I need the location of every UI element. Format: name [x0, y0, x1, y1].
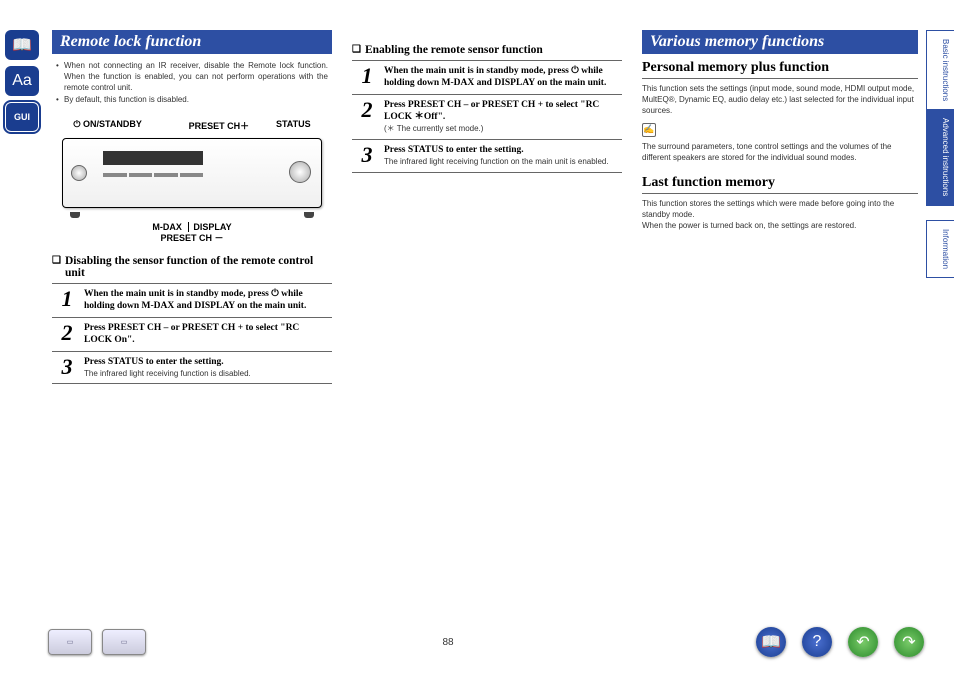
- step-2-note: (＊ The currently set mode.): [384, 124, 483, 133]
- step-1-text: When the main unit is in standby mode, p…: [384, 66, 606, 88]
- para-last-function: This function stores the settings which …: [642, 198, 918, 220]
- step-1: 1 When the main unit is in standby mode,…: [352, 60, 622, 94]
- column-3: Various memory functions Personal memory…: [642, 30, 918, 625]
- left-tab-bar: 📖 Aa GUI: [0, 0, 44, 675]
- subhead-disabling: ❏ Disabling the sensor function of the r…: [52, 255, 332, 279]
- nav-help-button[interactable]: ?: [802, 627, 832, 657]
- square-bullet-icon: ❏: [352, 44, 361, 56]
- column-2: ❏ Enabling the remote sensor function 1 …: [352, 30, 622, 625]
- label-on-standby: ⏻ ON/STANDBY: [73, 119, 141, 132]
- step-3-text: Press STATUS to enter the setting.: [384, 145, 524, 155]
- step-2: 2 Press PRESET CH – or PRESET CH + to se…: [52, 317, 332, 351]
- heading-personal-memory: Personal memory plus function: [642, 60, 918, 79]
- para-personal-memory: This function sets the settings (input m…: [642, 83, 918, 117]
- gui-icon[interactable]: GUI: [5, 102, 39, 132]
- step-number: 1: [356, 65, 378, 90]
- column-1: Remote lock function When not connecting…: [52, 30, 332, 625]
- label-status: STATUS: [276, 119, 311, 132]
- step-number: 3: [56, 356, 78, 380]
- para-personal-memory-2: The surround parameters, tone control se…: [642, 141, 918, 163]
- step-number: 1: [56, 288, 78, 313]
- nav-back-button[interactable]: ↶: [848, 627, 878, 657]
- steps-disable: 1 When the main unit is in standby mode,…: [52, 283, 332, 384]
- tab-basic[interactable]: Basic instructions: [926, 30, 954, 110]
- steps-enable: 1 When the main unit is in standby mode,…: [352, 60, 622, 173]
- heading-last-function: Last function memory: [642, 175, 918, 194]
- right-tab-bar: Basic instructions Advanced instructions…: [926, 0, 954, 675]
- step-3-note: The infrared light receiving function is…: [84, 369, 251, 378]
- footer: ▭ ▭ 88 📖 ? ↶ ↷: [0, 627, 954, 657]
- page-number: 88: [156, 637, 740, 648]
- para-last-function-2: When the power is turned back on, the se…: [642, 220, 918, 231]
- section-title-memory: Various memory functions: [642, 30, 918, 54]
- step-2-text: Press PRESET CH – or PRESET CH + to sele…: [384, 100, 599, 122]
- page: 📖 Aa GUI Remote lock function When not c…: [0, 0, 954, 675]
- subhead-disabling-text: Disabling the sensor function of the rem…: [65, 255, 332, 279]
- intro-bullets: When not connecting an IR receiver, disa…: [52, 60, 332, 113]
- step-number: 3: [356, 144, 378, 168]
- subhead-enabling: ❏ Enabling the remote sensor function: [352, 44, 622, 56]
- font-icon[interactable]: Aa: [5, 66, 39, 96]
- step-2-text: Press PRESET CH – or PRESET CH + to sele…: [84, 323, 299, 345]
- tab-advanced[interactable]: Advanced instructions: [926, 110, 954, 205]
- content-area: Remote lock function When not connecting…: [44, 0, 926, 675]
- tab-information[interactable]: Information: [926, 220, 954, 278]
- bullet-1: When not connecting an IR receiver, disa…: [56, 60, 328, 94]
- step-number: 2: [56, 322, 78, 347]
- thumbnail-2[interactable]: ▭: [102, 629, 146, 655]
- step-3: 3 Press STATUS to enter the setting. The…: [352, 139, 622, 173]
- step-3-note: The infrared light receiving function on…: [384, 157, 609, 166]
- square-bullet-icon: ❏: [52, 255, 61, 279]
- label-preset-ch-minus: PRESET CH －: [52, 233, 332, 245]
- book-icon[interactable]: 📖: [5, 30, 39, 60]
- label-mdax: M-DAX: [152, 222, 182, 232]
- step-3: 3 Press STATUS to enter the setting. The…: [52, 351, 332, 385]
- subhead-enabling-text: Enabling the remote sensor function: [365, 44, 543, 56]
- nav-book-button[interactable]: 📖: [756, 627, 786, 657]
- step-3-text: Press STATUS to enter the setting.: [84, 357, 224, 367]
- section-title-remote-lock: Remote lock function: [52, 30, 332, 54]
- device-diagram: ⏻ ON/STANDBY PRESET CH＋ STATUS: [52, 119, 332, 245]
- bullet-2: By default, this function is disabled.: [56, 94, 328, 105]
- thumbnail-1[interactable]: ▭: [48, 629, 92, 655]
- step-number: 2: [356, 99, 378, 135]
- nav-forward-button[interactable]: ↷: [894, 627, 924, 657]
- label-preset-ch-plus: PRESET CH＋: [189, 119, 250, 132]
- step-1-text: When the main unit is in standby mode, p…: [84, 289, 306, 311]
- step-1: 1 When the main unit is in standby mode,…: [52, 283, 332, 317]
- step-2: 2 Press PRESET CH – or PRESET CH + to se…: [352, 94, 622, 139]
- hand-note-icon: ✍: [642, 123, 656, 137]
- label-display: DISPLAY: [193, 222, 231, 232]
